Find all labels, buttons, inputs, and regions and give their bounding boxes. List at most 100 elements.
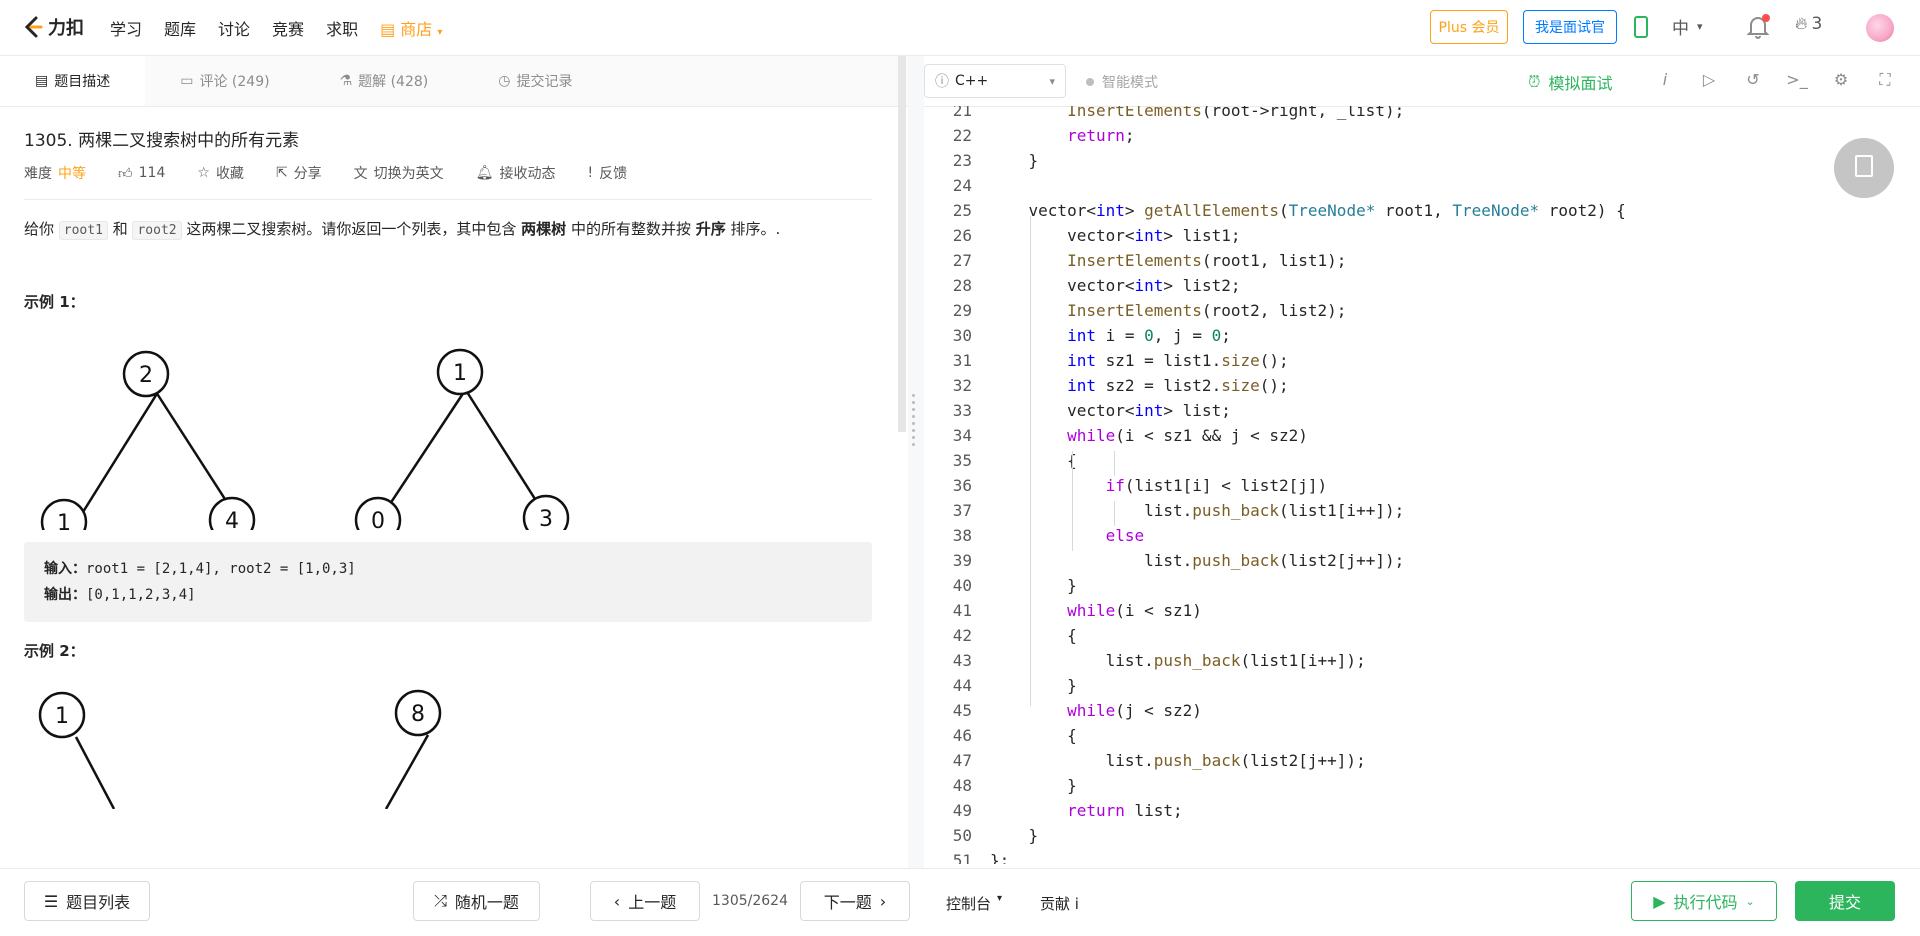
prev-problem-button[interactable]: ‹ 上一题 — [590, 881, 700, 921]
info-icon[interactable]: i — [1654, 70, 1676, 90]
example-output: 输出：[0,1,1,2,3,4] — [44, 582, 852, 608]
panel-resize-handle[interactable] — [912, 390, 916, 460]
code-line: 43 list.push_back(list1[i++]); — [924, 648, 1920, 673]
collect-button[interactable]: ☆ 收藏 — [197, 163, 244, 183]
output-value: [0,1,1,2,3,4] — [86, 587, 196, 603]
nav-store[interactable]: ▤ 商店 ▾ — [380, 16, 442, 40]
translate-icon: 文 — [353, 166, 368, 182]
code-line: 28 vector<int> list2; — [924, 273, 1920, 298]
line-number: 45 — [952, 701, 972, 720]
reset-icon[interactable]: ↺ — [1742, 70, 1764, 90]
fullscreen-icon[interactable]: ⛶ — [1874, 70, 1896, 90]
language-selector[interactable]: 中 ▾ — [1672, 14, 1703, 39]
avatar[interactable] — [1866, 14, 1894, 42]
bold-text: 升序 — [695, 220, 726, 238]
tab-description[interactable]: ▤ 题目描述 — [0, 56, 146, 106]
comment-icon: ▭ — [180, 73, 194, 89]
main-nav: 学习 题库 讨论 竞赛 求职 ▤ 商店 ▾ — [110, 0, 442, 56]
bookmark-icon[interactable] — [1834, 138, 1894, 198]
line-number: 23 — [952, 151, 972, 170]
like-button[interactable]: 👍︎ 114 — [118, 165, 165, 182]
share-button[interactable]: ⇱ 分享 — [276, 163, 322, 183]
nav-jobs[interactable]: 求职 — [326, 16, 358, 40]
code-line: 32 int sz2 = list2.size(); — [924, 373, 1920, 398]
desc-text: 这两棵二叉搜索树。请你返回一个列表，其中包含 — [181, 220, 522, 238]
notification-dot — [1762, 14, 1770, 22]
code-text: list.push_back(list1[i++]); — [990, 651, 1366, 670]
code-text: InsertElements(root1, list1); — [1067, 251, 1347, 270]
smart-mode-dot — [1086, 78, 1094, 86]
line-number: 31 — [952, 351, 972, 370]
smart-mode-label: 智能模式 — [1102, 75, 1158, 91]
interviewer-button[interactable]: 我是面试官 — [1523, 10, 1617, 44]
submit-button[interactable]: 提交 — [1795, 881, 1895, 921]
code-text: while(i < sz1) — [1067, 601, 1202, 620]
tab-submissions[interactable]: ◷ 提交记录 — [463, 56, 607, 106]
example-1-io: 输入：root1 = [2,1,4], root2 = [1,0,3] 输出：[… — [24, 542, 872, 622]
code-text: { — [990, 451, 1077, 470]
code-editor[interactable]: 21 InsertElements(root->right, _list); 22… — [924, 106, 1920, 864]
notification-bell-icon[interactable] — [1746, 14, 1770, 40]
settings-icon[interactable]: ⚙︎ — [1830, 70, 1852, 90]
nav-discuss[interactable]: 讨论 — [218, 16, 250, 40]
logo-text: 力扣 — [48, 18, 84, 39]
language-select[interactable]: ⓘ C++ ▾ — [924, 64, 1066, 98]
switch-english-button[interactable]: 文 切换为英文 — [354, 163, 444, 183]
feedback-button[interactable]: ! 反馈 — [587, 163, 627, 183]
code-text: if(list1[i] < list2[j]) — [1105, 476, 1328, 495]
tab-comments[interactable]: ▭ 评论 (249) — [145, 56, 304, 106]
subscribe-button[interactable]: 🔔︎ 接收动态 — [476, 163, 556, 183]
share-label: 分享 — [293, 166, 322, 182]
tree-node: 1 — [55, 704, 69, 729]
smart-mode-toggle[interactable]: 智能模式 — [1086, 72, 1158, 92]
nav-learn[interactable]: 学习 — [110, 16, 142, 40]
code-line: 44 } — [924, 673, 1920, 698]
code-line: 33 vector<int> list; — [924, 398, 1920, 423]
code-text: }; — [990, 851, 1010, 864]
contribute-button[interactable]: 贡献 i — [1040, 893, 1079, 914]
line-number: 33 — [952, 401, 972, 420]
streak-counter[interactable]: 🔥︎ 3 — [1795, 14, 1822, 34]
problem-scrollbar[interactable] — [898, 56, 906, 432]
code-line: 40 } — [924, 573, 1920, 598]
line-number: 35 — [952, 451, 972, 470]
mobile-app-icon[interactable] — [1634, 16, 1648, 38]
nav-problemset[interactable]: 题库 — [164, 16, 196, 40]
tab-submissions-label: 提交记录 — [516, 74, 573, 90]
code-text: list.push_back(list1[i++]); — [990, 501, 1405, 520]
problem-content: 1305. 两棵二叉搜索树中的所有元素 难度 中等 👍︎ 114 ☆ 收藏 ⇱ … — [24, 106, 872, 868]
plus-member-button[interactable]: Plus 会员 — [1430, 10, 1508, 44]
editor-panel: ⓘ C++ ▾ 智能模式 ⏰︎ 模拟面试 i ▷ ↺ >_ ⚙︎ ⛶ 21 In… — [924, 56, 1920, 868]
line-number: 51 — [952, 851, 972, 864]
code-text: } — [990, 151, 1039, 170]
problem-list-button[interactable]: ☰ 题目列表 — [24, 881, 150, 921]
bold-text: 两棵树 — [521, 220, 567, 238]
example-1-tree-diagram: 2 1 4 1 0 3 — [40, 348, 570, 530]
tree-node: 1 — [453, 361, 467, 386]
code-line: 41 while(i < sz1) — [924, 598, 1920, 623]
code-text: vector<int> list1; — [990, 226, 1241, 245]
tab-solutions[interactable]: ⚗︎ 题解 (428) — [305, 56, 464, 106]
line-number: 44 — [952, 676, 972, 695]
code-line: 26 vector<int> list1; — [924, 223, 1920, 248]
code-line: 48 } — [924, 773, 1920, 798]
terminal-icon[interactable]: >_ — [1786, 70, 1808, 90]
console-toggle[interactable]: 控制台 ▾ — [946, 893, 1002, 914]
play-outline-icon[interactable]: ▷ — [1698, 70, 1720, 90]
bell-icon: 🔔︎ — [475, 165, 494, 181]
problem-list-label: 题目列表 — [66, 893, 131, 912]
code-text: InsertElements(root->right, _list); — [1067, 106, 1405, 120]
desc-text: 中的所有整数并按 — [566, 220, 696, 238]
nav-contest[interactable]: 竞赛 — [272, 16, 304, 40]
code-text: else — [1105, 526, 1145, 545]
logo[interactable]: 力扣 — [22, 14, 84, 40]
mock-interview-button[interactable]: ⏰︎ 模拟面试 — [1528, 70, 1613, 94]
tree-node: 3 — [539, 507, 553, 530]
next-problem-button[interactable]: 下一题 › — [800, 881, 910, 921]
random-problem-button[interactable]: ⤮ 随机一题 — [413, 881, 540, 921]
code-line: 30 int i = 0, j = 0; — [924, 323, 1920, 348]
code-text: vector<int> list; — [990, 401, 1231, 420]
input-label: 输入： — [44, 561, 86, 577]
run-code-button[interactable]: ▶ 执行代码 ⌄ — [1631, 881, 1777, 921]
line-number: 25 — [952, 201, 972, 220]
